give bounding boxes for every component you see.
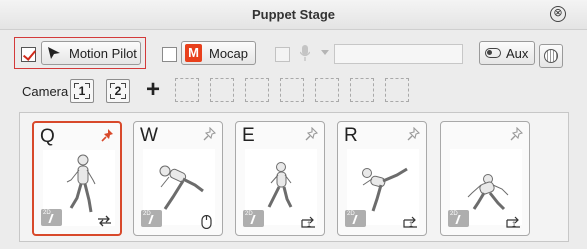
motion-pilot-button[interactable]: Motion Pilot [41,41,141,65]
pin-icon[interactable] [407,127,421,141]
device-dropdown-arrow-icon[interactable] [321,50,329,55]
aux-label: Aux [506,46,529,61]
once-icon[interactable]: 1 [402,215,419,229]
card-hotkey: Q [40,126,55,147]
2d-badge: 2D [448,210,469,227]
motion-pilot-label: Motion Pilot [69,46,137,61]
card-hotkey: R [344,125,358,146]
svg-text:1: 1 [307,222,311,229]
camera-slot-2[interactable]: 2 [106,79,130,103]
pin-icon[interactable] [305,127,319,141]
2d-badge: 2D [41,209,62,226]
motion-card-w[interactable]: W 2D [133,121,223,236]
motion-pilot-cursor-icon [48,47,60,59]
svg-text:1: 1 [512,222,516,229]
2d-badge: 2D [345,210,366,227]
camera-label: Camera [22,84,69,99]
empty-camera-slot [245,78,269,102]
device-toolbar: Motion Pilot M Mocap Aux [0,32,587,72]
empty-camera-slot [385,78,409,102]
mocap-button[interactable]: M Mocap [181,41,256,65]
motion-card-5[interactable]: 2D 1 [440,121,530,236]
window-title: Puppet Stage [251,7,336,22]
grid-sphere-icon[interactable] [539,44,563,68]
add-camera-button[interactable]: + [141,78,165,103]
empty-camera-slot [210,78,234,102]
card-hotkey: E [242,125,255,146]
camera-slot-1[interactable]: 1 [70,79,94,103]
motion-card-e[interactable]: E 2D 1 [235,121,325,236]
audio-device-field[interactable] [334,44,463,64]
2d-badge: 2D [243,210,264,227]
empty-camera-slot [280,78,304,102]
empty-camera-slot [350,78,374,102]
motion-card-q[interactable]: Q 2D [32,121,122,236]
title-bar: Puppet Stage ⊗ [0,0,587,30]
toggle-icon [485,48,501,58]
mocap-icon: M [185,44,202,62]
motion-card-r[interactable]: R 2D 1 [337,121,427,236]
loop-icon[interactable] [96,214,113,228]
empty-camera-slot [175,78,199,102]
pin-icon[interactable] [203,127,217,141]
empty-camera-slot [315,78,339,102]
mouse-icon[interactable] [198,215,215,229]
card-hotkey: W [140,125,158,146]
svg-text:1: 1 [409,222,413,229]
motion-pilot-checkbox[interactable] [21,47,36,62]
once-icon[interactable]: 1 [505,215,522,229]
once-icon[interactable]: 1 [300,215,317,229]
mocap-checkbox[interactable] [162,47,177,62]
pin-icon[interactable] [510,127,524,141]
mocap-label: Mocap [209,46,249,61]
audio-checkbox[interactable] [275,47,290,62]
2d-badge: 2D [141,210,162,227]
aux-button[interactable]: Aux [479,41,535,65]
microphone-icon [300,45,310,61]
close-icon[interactable]: ⊗ [550,6,566,22]
pin-icon[interactable] [101,128,115,142]
camera-row: Camera 1 2 + [0,76,587,106]
